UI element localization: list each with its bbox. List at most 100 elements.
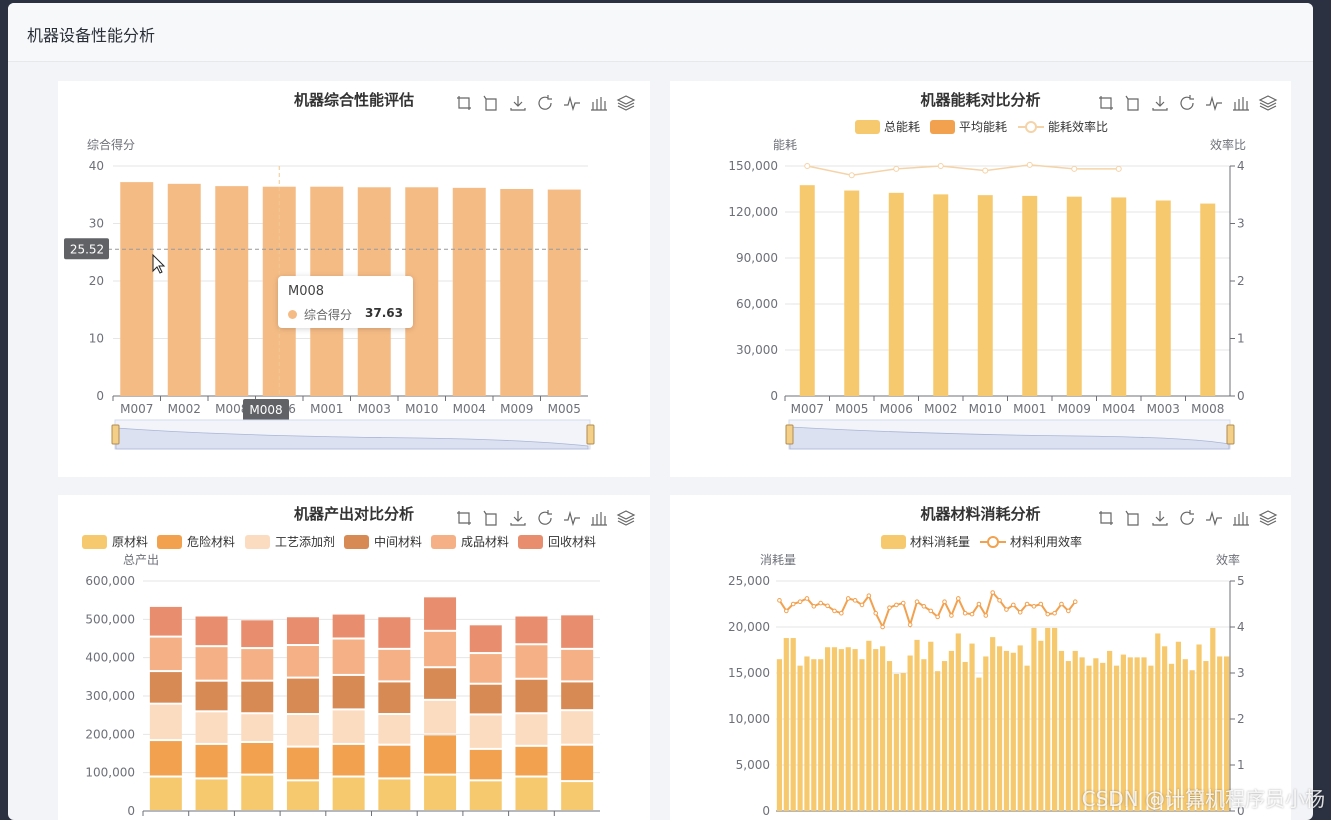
bar — [1155, 200, 1171, 396]
efficiency-point — [873, 610, 879, 616]
stack-segment — [149, 777, 182, 810]
bar — [1051, 627, 1058, 811]
data-zoom-handle-right[interactable] — [1226, 424, 1235, 445]
line-chart-icon[interactable] — [564, 510, 580, 527]
stack-segment — [424, 775, 457, 810]
efficiency-point — [848, 172, 855, 179]
data-zoom-handle-left[interactable] — [111, 424, 120, 445]
efficiency-point — [1071, 165, 1078, 172]
stack-segment — [149, 637, 182, 671]
legend-swatch[interactable] — [855, 120, 880, 134]
stack-segment — [378, 779, 411, 810]
efficiency-point — [937, 163, 944, 169]
icon-path — [1099, 511, 1113, 525]
line-chart-icon[interactable] — [1206, 510, 1222, 527]
zoom-reset-icon[interactable] — [1125, 95, 1139, 111]
stack-segment — [241, 775, 274, 810]
bar-chart-icon[interactable] — [591, 97, 607, 111]
stack-segment — [469, 715, 502, 748]
bar — [1022, 195, 1038, 396]
legend-label: 总能耗 — [884, 120, 920, 134]
zoom-select-icon[interactable] — [1099, 511, 1113, 525]
line-chart-icon[interactable] — [1206, 95, 1222, 112]
stack-segment — [332, 614, 365, 638]
efficiency-point — [804, 163, 811, 169]
y2-tick-label: 2 — [1237, 712, 1245, 726]
legend-swatch[interactable] — [157, 535, 182, 549]
stack-icon[interactable] — [616, 95, 636, 111]
stack-segment — [515, 679, 548, 713]
y2-tick-label: 1 — [1237, 332, 1245, 346]
line-chart-icon[interactable] — [564, 95, 580, 112]
icon-path — [616, 510, 636, 526]
stack-segment — [332, 744, 365, 776]
x-tick-label: M002 — [168, 402, 201, 416]
bar — [783, 638, 789, 811]
restore-icon[interactable] — [1180, 510, 1194, 525]
bar-chart-icon[interactable] — [1233, 512, 1249, 526]
stack-icon[interactable] — [616, 510, 636, 526]
download-icon[interactable] — [510, 96, 526, 111]
download-icon[interactable] — [1152, 96, 1168, 111]
download-icon[interactable] — [1152, 511, 1168, 526]
efficiency-point — [900, 600, 906, 606]
legend-swatch[interactable] — [881, 535, 906, 549]
efficiency-point — [777, 598, 782, 603]
legend-label: 原材料 — [112, 535, 148, 549]
zoom-select-icon[interactable] — [1099, 96, 1113, 110]
stack-segment — [378, 715, 411, 744]
restore-icon[interactable] — [1180, 95, 1194, 110]
legend-swatch[interactable] — [82, 535, 107, 549]
stack-segment — [515, 645, 548, 678]
bar — [977, 195, 993, 396]
stack-segment — [469, 684, 502, 714]
efficiency-point — [921, 604, 927, 609]
icon-path — [1180, 510, 1194, 525]
bar — [962, 661, 968, 811]
efficiency-point — [1017, 609, 1023, 615]
efficiency-point — [983, 613, 989, 618]
stack-icon[interactable] — [1258, 510, 1278, 526]
data-zoom-handle-right[interactable] — [586, 424, 595, 445]
legend-label: 工艺添加剂 — [275, 534, 335, 549]
x-tick-label: M007 — [120, 402, 153, 416]
x-tick-label: M005 — [548, 402, 581, 416]
stack-segment — [424, 668, 457, 699]
pointer-value-label: 25.52 — [70, 242, 104, 256]
efficiency-point — [935, 614, 940, 620]
download-icon[interactable] — [510, 511, 526, 526]
stack-segment — [149, 606, 182, 636]
bar — [852, 649, 858, 811]
bar-chart-icon[interactable] — [591, 512, 607, 526]
icon-path — [483, 95, 497, 111]
legend-swatch[interactable] — [518, 535, 543, 549]
tooltip-series: 综合得分 — [304, 308, 353, 322]
zoom-reset-icon[interactable] — [483, 510, 497, 526]
legend-swatch[interactable] — [930, 120, 955, 134]
bar — [844, 190, 860, 396]
x-tick-label: M009 — [1058, 402, 1091, 416]
stack-segment — [286, 715, 319, 746]
data-zoom-handle-left[interactable] — [785, 424, 794, 445]
bar — [996, 646, 1003, 811]
zoom-select-icon[interactable] — [457, 96, 471, 110]
efficiency-point — [845, 596, 851, 601]
stack-segment — [561, 782, 594, 810]
x-tick-label: M007 — [791, 402, 824, 416]
zoom-reset-icon[interactable] — [483, 95, 497, 111]
zoom-reset-icon[interactable] — [1125, 510, 1139, 526]
legend-swatch[interactable] — [431, 535, 456, 549]
bar — [797, 665, 803, 811]
zoom-select-icon[interactable] — [457, 511, 471, 525]
x-tick-label: M008 — [1191, 402, 1224, 416]
y-tick-label: 10,000 — [728, 712, 770, 726]
legend-swatch[interactable] — [344, 535, 369, 549]
legend-swatch[interactable] — [245, 535, 270, 549]
y-tick-label: 150,000 — [728, 159, 778, 173]
restore-icon[interactable] — [538, 510, 552, 525]
stack-icon[interactable] — [1258, 95, 1278, 111]
bar-chart-icon[interactable] — [1233, 97, 1249, 111]
efficiency-point — [914, 599, 920, 605]
restore-icon[interactable] — [538, 95, 552, 110]
legend-label: 材料利用效率 — [1010, 534, 1082, 549]
